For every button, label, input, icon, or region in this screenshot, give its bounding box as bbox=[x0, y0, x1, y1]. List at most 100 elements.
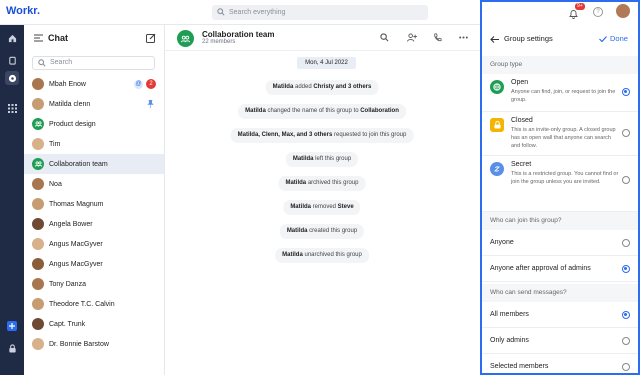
done-button[interactable]: Done bbox=[610, 34, 628, 43]
system-message: Matilda added Christy and 3 others bbox=[265, 80, 379, 95]
option-title: Open bbox=[511, 79, 529, 86]
help-icon[interactable]: ? bbox=[593, 7, 603, 17]
apps-grid-icon[interactable] bbox=[5, 101, 19, 115]
chat-list-item[interactable]: Tony Danza bbox=[24, 274, 164, 294]
message-actor: Matilda bbox=[286, 228, 308, 234]
message-actor: Matilda bbox=[285, 180, 307, 186]
message-actor: Matilda bbox=[282, 252, 303, 258]
group-avatar[interactable] bbox=[177, 30, 194, 47]
radio-button[interactable] bbox=[622, 311, 630, 319]
chat-list-item[interactable]: Product design bbox=[24, 114, 164, 134]
group-avatar bbox=[32, 158, 44, 170]
send-permission-label: Who can send messages? bbox=[482, 284, 638, 302]
settings-title: Group settings bbox=[504, 34, 553, 43]
message-target: Collaboration bbox=[360, 108, 399, 114]
option-label: All members bbox=[490, 311, 529, 318]
group-avatar bbox=[32, 118, 44, 130]
message-text: changed the name of this group to bbox=[265, 108, 361, 114]
message-text: created this group bbox=[307, 228, 358, 234]
chat-list-item[interactable]: Collaboration team bbox=[24, 154, 164, 174]
chat-list-panel: Chat Search Mbah Enow @2 Matilda clenn Prod… bbox=[24, 25, 165, 375]
message-text: removed bbox=[310, 204, 338, 210]
group-type-option[interactable]: Closed This is an invite-only group. A cl… bbox=[482, 112, 638, 156]
chat-name: Capt. Trunk bbox=[49, 320, 86, 328]
chat-name: Collaboration team bbox=[49, 160, 108, 168]
app-logo[interactable]: Workr. bbox=[6, 5, 40, 17]
radio-button[interactable] bbox=[622, 363, 630, 371]
system-message: Matilda archived this group bbox=[278, 176, 366, 191]
group-icon bbox=[181, 35, 190, 42]
group-type-option[interactable]: Open Anyone can find, join, or request to… bbox=[482, 74, 638, 112]
chat-list-item[interactable]: Dr. Bonnie Barstow bbox=[24, 334, 164, 354]
radio-button[interactable] bbox=[622, 265, 630, 273]
back-arrow-icon[interactable] bbox=[490, 36, 499, 43]
avatar bbox=[32, 218, 44, 230]
avatar bbox=[32, 298, 44, 310]
notification-badge: 9+ bbox=[575, 3, 585, 10]
conversation-title: Collaboration team bbox=[202, 30, 275, 39]
search-icon[interactable] bbox=[380, 33, 389, 42]
add-user-icon[interactable] bbox=[407, 33, 417, 42]
chat-name: Noa bbox=[49, 180, 62, 188]
chat-list-header: Chat bbox=[24, 25, 165, 51]
avatar bbox=[32, 318, 44, 330]
date-divider: Mon, 4 Jul 2022 bbox=[297, 57, 356, 69]
check-icon[interactable] bbox=[599, 36, 607, 42]
message-actor: Matilda bbox=[290, 204, 311, 210]
join-option[interactable]: Anyone bbox=[482, 230, 638, 256]
group-type-label: Group type bbox=[482, 56, 638, 74]
radio-button[interactable] bbox=[622, 176, 630, 184]
radio-button[interactable] bbox=[622, 129, 630, 137]
chat-list-item[interactable]: Mbah Enow @2 bbox=[24, 74, 164, 94]
phone-icon[interactable] bbox=[433, 33, 442, 42]
chat-search-input[interactable]: Search bbox=[32, 56, 155, 70]
lock-icon[interactable] bbox=[5, 341, 19, 355]
message-target: Christy and 3 others bbox=[313, 84, 372, 90]
system-message: Matilda unarchived this group bbox=[275, 248, 369, 263]
clipboard-icon[interactable] bbox=[5, 53, 19, 67]
pin-icon[interactable] bbox=[147, 99, 154, 110]
chat-list-item[interactable]: Angela Bower bbox=[24, 214, 164, 234]
chat-name: Theodore T.C. Calvin bbox=[49, 300, 115, 308]
avatar bbox=[32, 338, 44, 350]
add-icon[interactable] bbox=[7, 321, 17, 331]
option-description: This is a restricted group. You cannot f… bbox=[511, 171, 619, 185]
home-icon[interactable] bbox=[5, 31, 19, 45]
avatar bbox=[32, 178, 44, 190]
chat-list-item[interactable]: Capt. Trunk bbox=[24, 314, 164, 334]
radio-button[interactable] bbox=[622, 88, 630, 96]
option-title: Closed bbox=[511, 117, 533, 124]
system-message: Matilda removed Steve bbox=[283, 200, 361, 215]
chat-list-item[interactable]: Noa bbox=[24, 174, 164, 194]
chat-list-item[interactable]: Angus MacGyver bbox=[24, 234, 164, 254]
chat-list-item[interactable]: Theodore T.C. Calvin bbox=[24, 294, 164, 314]
send-option[interactable]: Selected members bbox=[482, 354, 638, 375]
chat-name: Tim bbox=[49, 140, 61, 148]
global-search-input[interactable]: Search everything bbox=[212, 5, 428, 20]
avatar bbox=[32, 98, 44, 110]
group-type-option[interactable]: Secret This is a restricted group. You ca… bbox=[482, 156, 638, 212]
send-option[interactable]: All members bbox=[482, 302, 638, 328]
join-permission-label: Who can join this group? bbox=[482, 212, 638, 230]
option-description: This is an invite-only group. A closed g… bbox=[511, 127, 616, 149]
menu-icon[interactable] bbox=[34, 34, 43, 42]
chat-list-item[interactable]: Tim bbox=[24, 134, 164, 154]
chat-name: Mbah Enow bbox=[49, 80, 86, 88]
profile-avatar[interactable] bbox=[616, 4, 630, 18]
chat-icon[interactable] bbox=[5, 71, 19, 85]
radio-button[interactable] bbox=[622, 239, 630, 247]
option-title: Secret bbox=[511, 161, 532, 168]
send-option[interactable]: Only admins bbox=[482, 328, 638, 354]
group-icon bbox=[34, 161, 42, 167]
chat-list-item[interactable]: Matilda clenn bbox=[24, 94, 164, 114]
radio-button[interactable] bbox=[622, 337, 630, 345]
more-icon[interactable] bbox=[459, 36, 468, 39]
group-icon bbox=[34, 121, 42, 127]
chat-name: Matilda clenn bbox=[49, 100, 91, 108]
eye-off-icon bbox=[490, 162, 504, 176]
chat-list-item[interactable]: Thomas Magnum bbox=[24, 194, 164, 214]
compose-icon[interactable] bbox=[146, 33, 156, 43]
option-label: Selected members bbox=[490, 363, 549, 370]
chat-list-item[interactable]: Angus MacGyver bbox=[24, 254, 164, 274]
join-option[interactable]: Anyone after approval of admins bbox=[482, 256, 638, 282]
